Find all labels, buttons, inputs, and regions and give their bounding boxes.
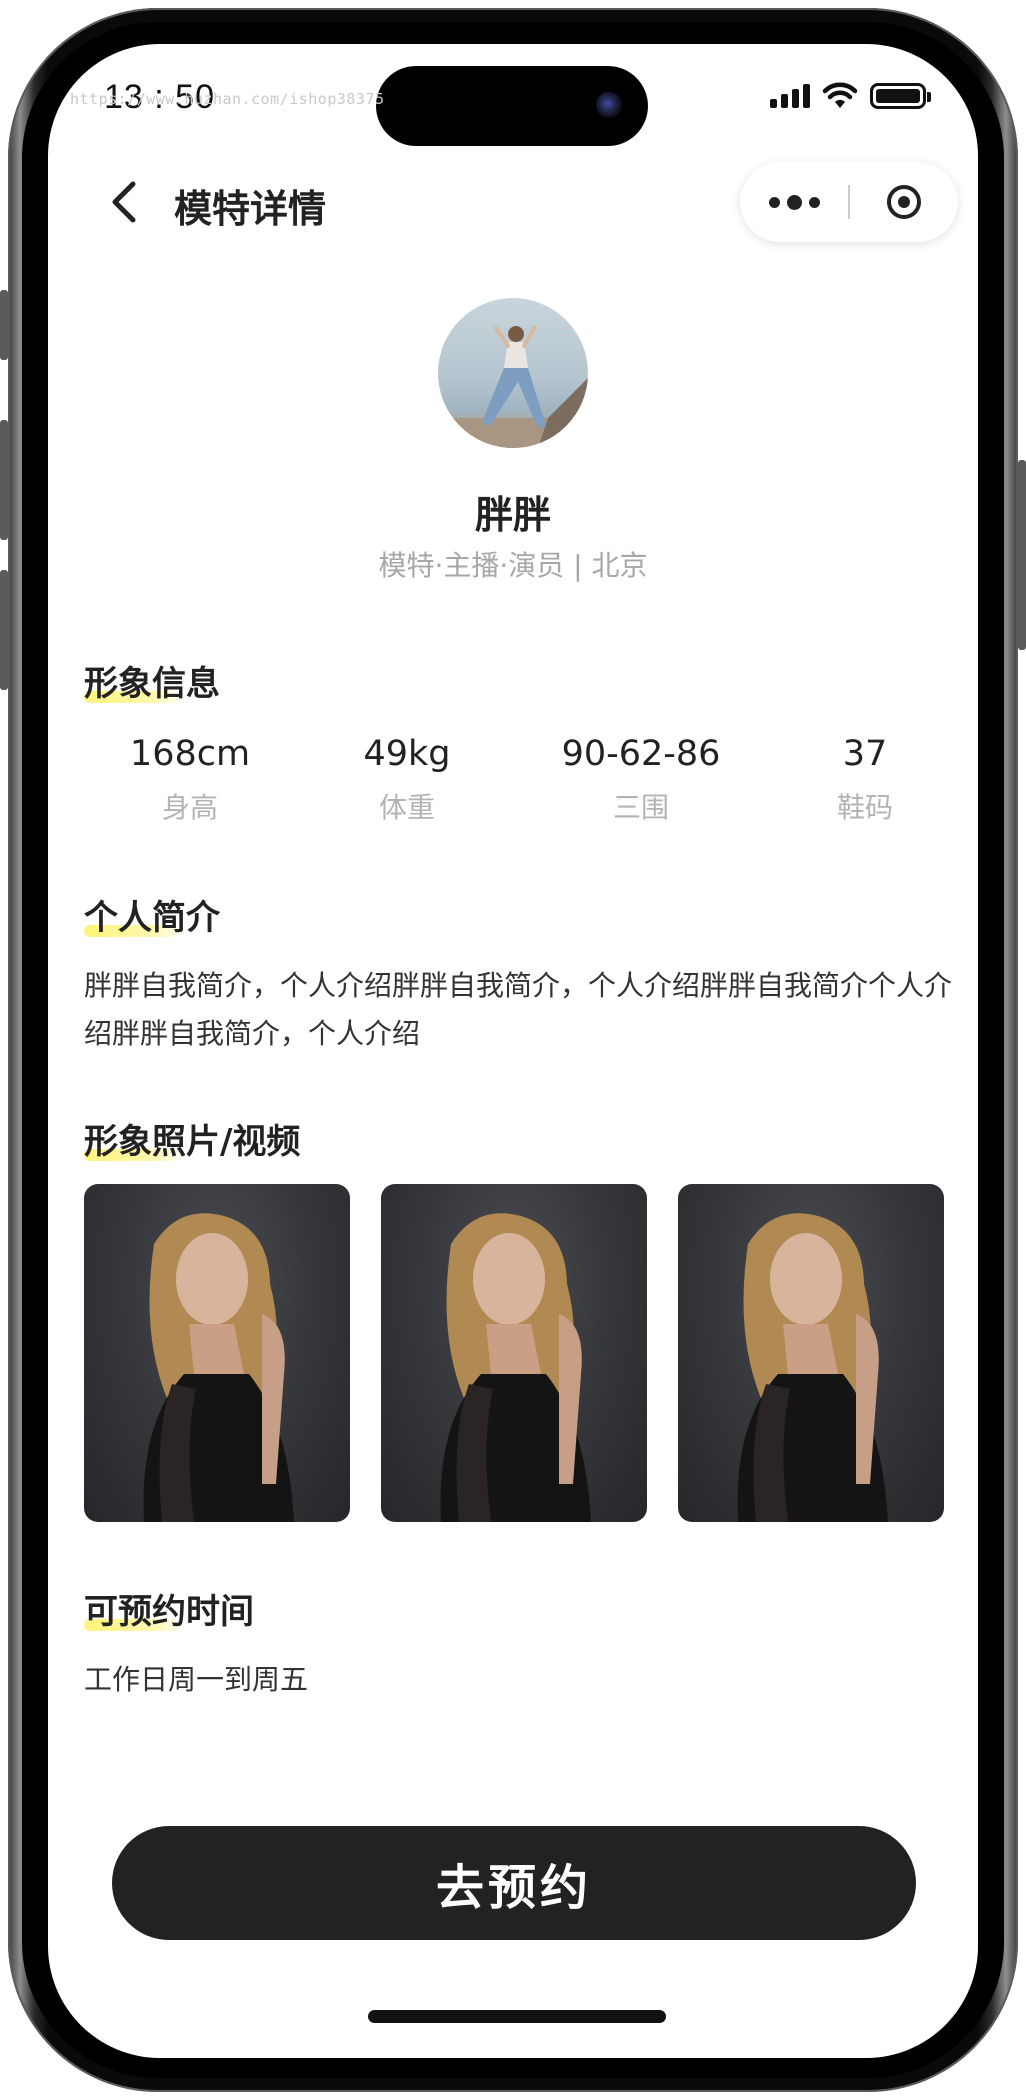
- stat-label: 鞋码: [836, 791, 893, 824]
- portrait-image: [143, 1213, 294, 1522]
- section-title-image-info: 形象信息: [84, 664, 220, 704]
- section-title-media: 形象照片/视频: [84, 1122, 301, 1162]
- model-photo-1[interactable]: [84, 1184, 350, 1522]
- model-photo-2[interactable]: [381, 1184, 647, 1522]
- home-indicator[interactable]: [368, 2010, 666, 2023]
- mini-program-capsule: [740, 162, 958, 242]
- portrait-image: [440, 1213, 591, 1522]
- stats-row: 168cm 身高 49kg 体重 90-62-86 三围 37 鞋码: [48, 734, 978, 844]
- wifi-icon: [822, 82, 858, 108]
- back-button[interactable]: [104, 181, 144, 223]
- section-title-intro: 个人简介: [84, 898, 220, 938]
- more-dots-icon: [768, 196, 780, 208]
- stat-value: 168cm: [129, 734, 251, 774]
- more-button[interactable]: [740, 162, 848, 242]
- dynamic-island: [376, 66, 648, 146]
- model-tags: 模特·主播·演员 | 北京: [378, 549, 648, 582]
- book-button[interactable]: 去预约: [112, 1826, 916, 1940]
- stat-measurements: 90-62-86 三围: [541, 734, 741, 826]
- model-photo-3[interactable]: [678, 1184, 944, 1522]
- signal-icon: [770, 84, 810, 108]
- intro-text: 胖胖自我简介，个人介绍胖胖自我简介，个人介绍胖胖自我简介个人介绍胖胖自我简介，个…: [84, 969, 953, 1050]
- stat-label: 三围: [612, 791, 669, 824]
- model-name: 胖胖: [474, 493, 551, 537]
- stat-label: 身高: [161, 791, 218, 824]
- power-button: [1018, 460, 1026, 650]
- back-arrow-icon: [112, 181, 136, 223]
- stat-shoe-size: 37 鞋码: [765, 734, 965, 826]
- stat-value: 37: [842, 734, 888, 774]
- mute-switch: [0, 290, 8, 360]
- photo-gallery: [84, 1184, 944, 1522]
- portrait-image: [737, 1213, 888, 1522]
- stat-value: 90-62-86: [561, 734, 721, 774]
- stat-height: 168cm 身高: [90, 734, 290, 826]
- stat-weight: 49kg 体重: [307, 734, 507, 826]
- section-title-availability: 可预约时间: [84, 1592, 254, 1632]
- battery-icon: [870, 83, 931, 109]
- stat-value: 49kg: [363, 734, 451, 774]
- volume-up-button: [0, 420, 8, 540]
- volume-down-button: [0, 570, 8, 690]
- availability-text: 工作日周一到周五: [84, 1663, 309, 1696]
- avatar: [438, 298, 588, 448]
- stat-label: 体重: [378, 791, 435, 824]
- front-camera-icon: [596, 92, 622, 118]
- target-close-icon: [887, 185, 921, 219]
- status-icons: [770, 82, 931, 110]
- screen: 13 : 50 https://www.huzhan.com/ishop3837…: [48, 44, 978, 2058]
- page: 13 : 50 https://www.huzhan.com/ishop3837…: [0, 0, 1026, 2100]
- page-title: 模特详情: [174, 187, 327, 231]
- close-mini-program-button[interactable]: [850, 162, 958, 242]
- avatar-figure: [438, 326, 588, 448]
- watermark: https://www.huzhan.com/ishop38375: [70, 90, 385, 108]
